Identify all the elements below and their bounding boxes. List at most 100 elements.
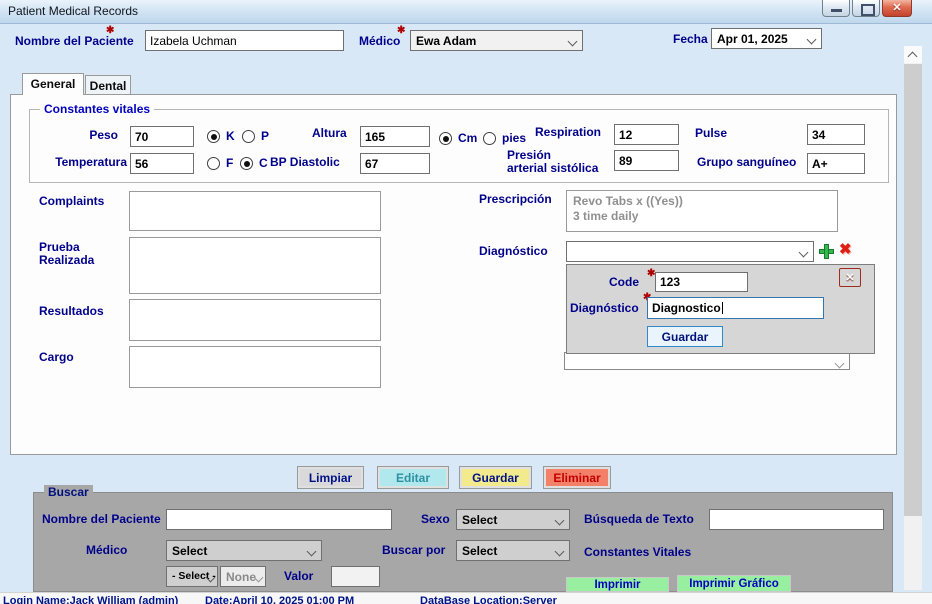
sexo-select[interactable]: Select <box>456 509 570 530</box>
unit-pies-radio[interactable] <box>483 132 496 145</box>
prueba-realizada-label: Prueba Realizada <box>39 241 94 267</box>
unit-k-radio[interactable] <box>207 130 220 143</box>
presion-sistolica-input[interactable] <box>614 150 679 171</box>
presion-sistolica-label: Presión arterial sistólica <box>507 149 598 175</box>
none-select-value: None <box>226 570 256 584</box>
complaints-label: Complaints <box>39 195 104 208</box>
tab-dental[interactable]: Dental <box>85 75 131 95</box>
prescripcion-label: Prescripción <box>479 193 552 206</box>
cargo-label: Cargo <box>39 351 74 364</box>
unit-c-label: C <box>259 157 268 170</box>
imprimir-button[interactable]: Imprimir <box>566 577 669 592</box>
popup-close-button[interactable]: ✕ <box>839 268 861 287</box>
unit-pies-label: pies <box>502 132 526 145</box>
chevron-down-icon <box>568 37 578 47</box>
altura-input[interactable] <box>360 126 430 147</box>
chevron-down-icon <box>799 248 809 258</box>
guardar-button[interactable]: Guardar <box>459 466 532 489</box>
medico-required-asterisk: ✱ <box>397 25 405 36</box>
maximize-button[interactable] <box>852 0 880 17</box>
tab-page-general: Constantes vitales Peso K P Altura Cm pi… <box>10 94 897 455</box>
unit-k-label: K <box>226 130 235 143</box>
add-diagnostico-icon[interactable] <box>818 243 835 260</box>
search-medico-select[interactable]: Select <box>166 540 322 561</box>
minimize-button[interactable] <box>822 0 850 17</box>
chevron-down-icon <box>807 35 817 45</box>
secondary-diagnostico-select[interactable] <box>564 352 850 370</box>
peso-label: Peso <box>60 129 118 142</box>
chevron-down-icon <box>307 547 317 557</box>
complaints-textarea[interactable] <box>129 191 381 231</box>
peso-input[interactable] <box>130 126 194 147</box>
search-patient-label: Nombre del Paciente <box>42 513 161 526</box>
fecha-label: Fecha <box>673 33 708 46</box>
respiration-input[interactable] <box>614 124 679 145</box>
diagnostico-popup: Code ✱ ✕ Diagnóstico ✱ Diagnostico Guard… <box>566 264 875 354</box>
scrollbar-thumb[interactable] <box>904 64 922 516</box>
sexo-label: Sexo <box>421 513 450 526</box>
database-status: DataBase Location:Server <box>420 595 557 604</box>
grupo-sanguineo-input[interactable] <box>807 153 865 174</box>
patient-name-input[interactable] <box>145 30 344 51</box>
title-bar: Patient Medical Records ✕ <box>0 0 932 24</box>
window: Patient Medical Records ✕ Nombre del Pac… <box>0 0 932 604</box>
text-caret <box>722 302 723 314</box>
pulse-label: Pulse <box>695 127 727 140</box>
resultados-label: Resultados <box>39 305 104 318</box>
busqueda-texto-label: Búsqueda de Texto <box>584 513 694 526</box>
code-input[interactable] <box>655 272 748 292</box>
none-select[interactable]: None <box>220 566 266 587</box>
resultados-textarea[interactable] <box>129 299 381 341</box>
buscar-por-select-value: Select <box>462 544 497 558</box>
guardar-popup-button[interactable]: Guardar <box>647 326 723 347</box>
code-label: Code <box>599 276 639 289</box>
login-status: Login Name:Jack William (admin) <box>3 595 178 604</box>
buscar-por-label: Buscar por <box>382 544 445 557</box>
chevron-down-icon <box>555 516 565 526</box>
popup-diagnostico-value: Diagnostico <box>652 301 721 315</box>
valor-input[interactable] <box>331 566 380 587</box>
chevron-down-icon <box>555 547 565 557</box>
delete-diagnostico-icon[interactable]: ✖ <box>839 242 852 258</box>
buscar-group-title: Buscar <box>44 485 93 499</box>
bp-diastolic-input[interactable] <box>360 153 430 174</box>
diagnostico-select[interactable] <box>566 241 814 262</box>
constantes-vitales-label: Constantes Vitales <box>584 546 691 559</box>
unit-p-radio[interactable] <box>242 130 255 143</box>
temperatura-label: Temperatura <box>40 156 127 169</box>
buscar-group: Buscar Nombre del Paciente Sexo Select B… <box>33 492 893 592</box>
vertical-scrollbar[interactable] <box>904 46 922 590</box>
temperatura-input[interactable] <box>130 153 194 174</box>
fecha-select-value: Apr 01, 2025 <box>717 32 788 46</box>
prescripcion-textarea[interactable]: Revo Tabs x ((Yes)) 3 time daily <box>566 190 838 232</box>
unit-cm-radio[interactable] <box>439 132 452 145</box>
criterio-select[interactable]: - Select - <box>166 566 218 587</box>
unit-c-radio[interactable] <box>240 157 253 170</box>
search-medico-label: Médico <box>86 544 127 557</box>
search-patient-input[interactable] <box>166 509 392 530</box>
vitals-group-title: Constantes vitales <box>40 102 154 116</box>
buscar-por-select[interactable]: Select <box>456 540 570 561</box>
respiration-label: Respiration <box>535 126 601 139</box>
status-bar: Login Name:Jack William (admin) Date:Apr… <box>0 592 932 604</box>
limpiar-button[interactable]: Limpiar <box>297 466 364 489</box>
scroll-up-button[interactable] <box>904 46 922 63</box>
close-button[interactable]: ✕ <box>882 0 912 17</box>
popup-diagnostico-input[interactable]: Diagnostico <box>647 297 824 319</box>
fecha-select[interactable]: Apr 01, 2025 <box>711 28 822 49</box>
busqueda-texto-input[interactable] <box>709 509 884 530</box>
prueba-realizada-textarea[interactable] <box>129 237 381 294</box>
cargo-textarea[interactable] <box>129 346 381 388</box>
date-status: Date:April 10, 2025 01:00 PM <box>205 595 354 604</box>
grupo-sanguineo-label: Grupo sanguíneo <box>697 156 796 169</box>
eliminar-button[interactable]: Eliminar <box>543 466 611 489</box>
pulse-input[interactable] <box>807 124 865 145</box>
editar-button[interactable]: Editar <box>377 466 449 489</box>
valor-label: Valor <box>284 570 313 583</box>
medico-label: Médico <box>359 35 400 48</box>
close-icon: ✕ <box>883 1 911 14</box>
medico-select[interactable]: Ewa Adam <box>410 30 583 51</box>
unit-f-radio[interactable] <box>207 157 220 170</box>
tab-general[interactable]: General <box>22 73 84 95</box>
imprimir-grafico-button[interactable]: Imprimir Gráfico <box>677 575 791 592</box>
